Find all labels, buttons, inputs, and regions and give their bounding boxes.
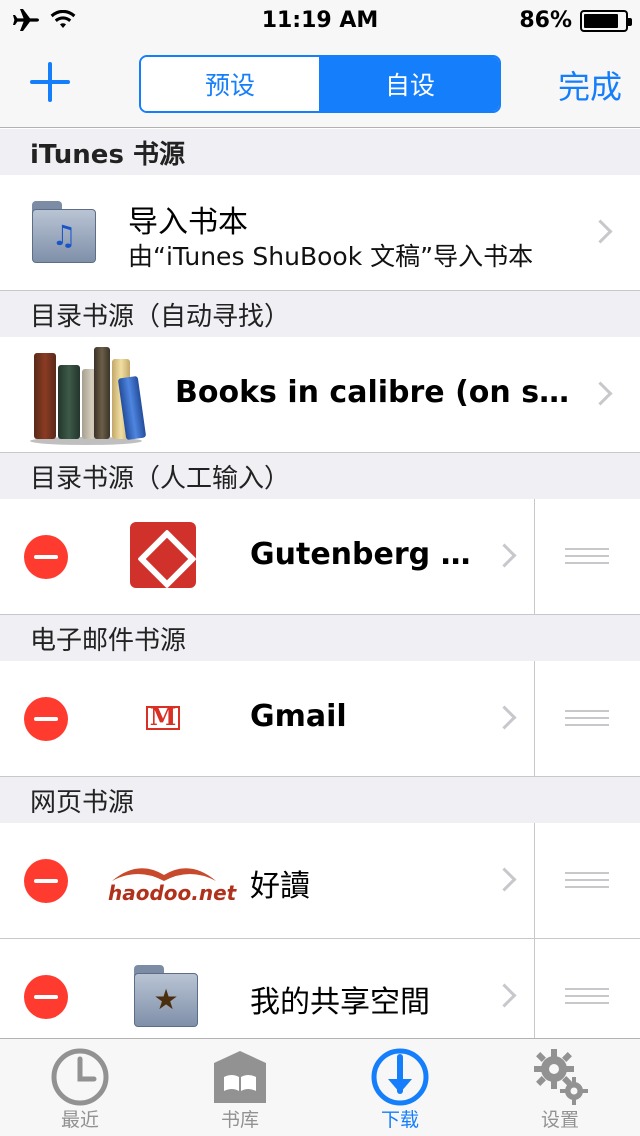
- chevron-right-icon: [496, 707, 510, 731]
- row-title: Books in calibre (on server): [175, 375, 573, 410]
- book-icon: [214, 1051, 266, 1103]
- section-header-itunes: iTunes 书源: [0, 129, 640, 175]
- battery-nub: [628, 17, 632, 26]
- tab-label: 下载: [380, 1109, 419, 1131]
- chevron-right-icon: [496, 869, 510, 893]
- segment-custom[interactable]: 自设: [319, 57, 499, 111]
- gmail-icon: M: [146, 702, 180, 731]
- reorder-control[interactable]: [534, 939, 640, 1039]
- haodoo-logo-text: haodoo.net: [108, 881, 237, 905]
- row-import-books[interactable]: ♫ 导入书本 由“iTunes ShuBook 文稿”导入书本: [0, 175, 640, 291]
- chevron-right-icon: [496, 545, 510, 569]
- delete-button[interactable]: [24, 697, 68, 741]
- tab-label: 书库: [220, 1109, 259, 1131]
- books-icon: [30, 345, 147, 445]
- row-subtitle: 由“iTunes ShuBook 文稿”导入书本: [128, 242, 534, 271]
- reorder-handle-icon[interactable]: [565, 710, 609, 728]
- reorder-handle-icon[interactable]: [565, 988, 609, 1006]
- row-haodoo[interactable]: haodoo.net 好讀: [0, 823, 640, 939]
- chevron-right-icon: [592, 383, 606, 407]
- reorder-control[interactable]: [534, 499, 640, 614]
- tab-recent[interactable]: 最近: [0, 1039, 160, 1136]
- download-icon: [371, 1048, 429, 1106]
- row-title: Gmail: [250, 699, 347, 734]
- row-shared-space[interactable]: ★ 我的共享空間: [0, 939, 640, 1039]
- battery-icon: [580, 9, 632, 32]
- reorder-control[interactable]: [534, 823, 640, 938]
- status-bar: 11:19 AM 86%: [0, 0, 640, 40]
- clock-icon: [51, 1048, 109, 1106]
- reorder-control[interactable]: [534, 661, 640, 776]
- tab-label: 最近: [60, 1109, 99, 1131]
- tab-settings[interactable]: 设置: [480, 1039, 640, 1136]
- section-header-catalog-manual: 目录书源（人工输入）: [0, 453, 640, 499]
- delete-button[interactable]: [24, 535, 68, 579]
- row-gutenberg[interactable]: Gutenberg Project: [0, 499, 640, 615]
- delete-button[interactable]: [24, 859, 68, 903]
- itunes-folder-icon: ♫: [32, 201, 96, 263]
- add-button[interactable]: [28, 62, 72, 106]
- row-title: 好讀: [250, 869, 310, 904]
- tab-label: 设置: [540, 1109, 579, 1131]
- navigation-bar: 预设 自设 完成: [0, 40, 640, 128]
- delete-button[interactable]: [24, 975, 68, 1019]
- row-calibre[interactable]: Books in calibre (on server): [0, 337, 640, 453]
- section-header-catalog-auto: 目录书源（自动寻找）: [0, 291, 640, 337]
- status-right: 86%: [519, 8, 632, 33]
- reorder-handle-icon[interactable]: [565, 548, 609, 566]
- section-header-web: 网页书源: [0, 777, 640, 823]
- row-title: 我的共享空間: [250, 985, 430, 1020]
- row-title: Gutenberg Project: [250, 537, 490, 572]
- battery-fill: [584, 13, 619, 28]
- star-folder-icon: ★: [134, 965, 198, 1027]
- section-header-email: 电子邮件书源: [0, 615, 640, 661]
- chevron-right-icon: [592, 221, 606, 245]
- row-title: 导入书本: [128, 205, 248, 240]
- tab-bar: 最近 书库 下载 设置: [0, 1038, 640, 1136]
- segment-preset[interactable]: 预设: [141, 57, 319, 111]
- segmented-control[interactable]: 预设 自设: [139, 55, 501, 113]
- battery-percent: 86%: [519, 8, 572, 33]
- reorder-handle-icon[interactable]: [565, 872, 609, 890]
- gear-icon: [534, 1049, 588, 1105]
- gutenberg-icon: [130, 522, 196, 588]
- done-button[interactable]: 完成: [558, 62, 622, 108]
- tab-library[interactable]: 书库: [160, 1039, 320, 1136]
- row-gmail[interactable]: M Gmail: [0, 661, 640, 777]
- haodoo-logo: haodoo.net: [108, 859, 237, 909]
- tab-downloads[interactable]: 下载: [320, 1039, 480, 1136]
- chevron-right-icon: [496, 985, 510, 1009]
